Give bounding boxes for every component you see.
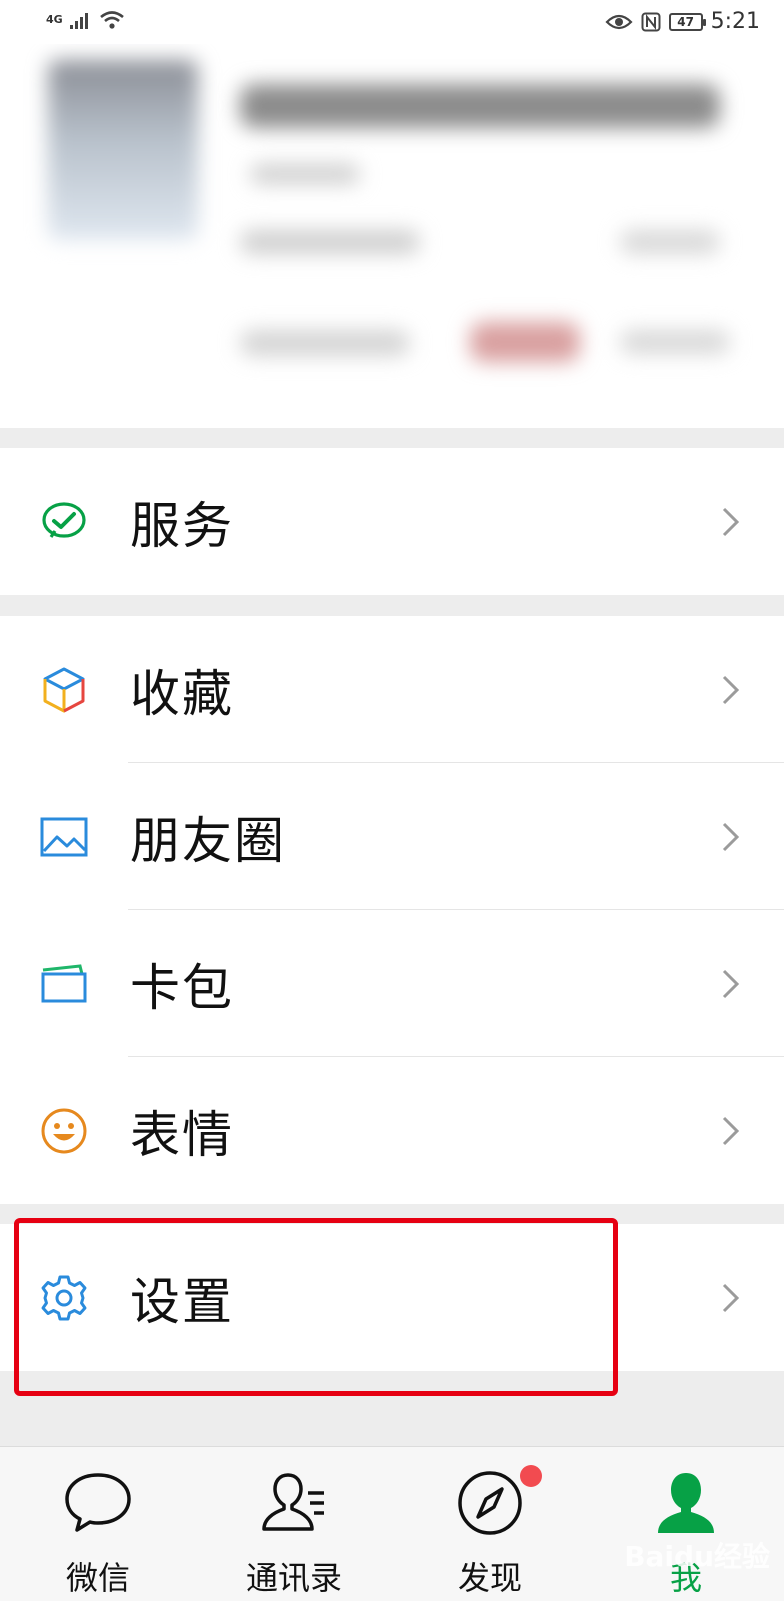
main-section: 收藏 朋友圈 卡包 表情 [0, 616, 784, 1204]
chat-bubble-icon [65, 1473, 131, 1532]
wifi-icon [99, 11, 124, 29]
battery-level: 47 [677, 15, 694, 29]
menu-label-service: 服务 [130, 496, 234, 555]
bottom-tab-bar: 微信 通讯录 发现 我 Baidu经验 [0, 1446, 784, 1601]
status-right: 47 5:21 [605, 10, 760, 34]
card-wallet-icon [40, 960, 88, 1008]
wechat-pay-icon [40, 498, 88, 546]
subtitle-blurred [250, 164, 360, 184]
menu-label-stickers: 表情 [130, 1105, 234, 1164]
qr-code-blurred [620, 230, 720, 254]
clock: 5:21 [710, 9, 760, 34]
smiley-icon [40, 1107, 88, 1155]
status-bar: 4G 47 5:21 [0, 0, 784, 44]
service-section: 服务 [0, 448, 784, 595]
extra-blurred [620, 330, 730, 354]
menu-label-moments: 朋友圈 [130, 811, 286, 870]
tab-contacts[interactable]: 通讯录 [196, 1447, 392, 1601]
tab-me[interactable]: 我 [588, 1447, 784, 1601]
status-left: 4G [46, 10, 125, 30]
eye-icon [605, 14, 633, 30]
battery-icon: 47 [668, 13, 706, 31]
menu-label-favorites: 收藏 [130, 664, 234, 723]
profile-header[interactable] [0, 44, 784, 428]
friend-status-blurred [470, 322, 580, 362]
menu-item-cards[interactable]: 卡包 [0, 910, 784, 1057]
nickname-blurred [240, 84, 720, 128]
menu-item-stickers[interactable]: 表情 [0, 1057, 784, 1204]
menu-label-settings: 设置 [130, 1272, 234, 1331]
cube-icon [40, 666, 88, 714]
tab-label-discover: 发现 [457, 1559, 522, 1597]
avatar[interactable] [48, 60, 198, 240]
compass-icon [458, 1471, 522, 1535]
status-blurred [240, 330, 410, 356]
chevron-right-icon [722, 1116, 740, 1145]
tab-chats[interactable]: 微信 [0, 1447, 196, 1601]
network-type: 4G [46, 13, 63, 26]
settings-section: 设置 [0, 1224, 784, 1371]
contacts-icon [262, 1473, 324, 1531]
wechat-id-blurred [240, 230, 420, 254]
chevron-right-icon [722, 822, 740, 851]
chevron-right-icon [722, 969, 740, 998]
menu-item-favorites[interactable]: 收藏 [0, 616, 784, 763]
signal-icon [69, 13, 88, 29]
menu-item-moments[interactable]: 朋友圈 [0, 763, 784, 910]
chevron-right-icon [722, 675, 740, 704]
picture-icon [40, 813, 88, 861]
gear-icon [40, 1274, 88, 1322]
menu-label-cards: 卡包 [130, 958, 234, 1017]
menu-item-service[interactable]: 服务 [0, 448, 784, 595]
chevron-right-icon [722, 507, 740, 536]
notification-badge [520, 1465, 542, 1487]
person-icon [658, 1473, 714, 1533]
menu-item-settings[interactable]: 设置 [0, 1224, 784, 1371]
nfc-icon [641, 12, 661, 32]
watermark: Baidu经验 [624, 1540, 770, 1573]
tab-label-contacts: 通讯录 [245, 1559, 342, 1597]
chevron-right-icon [722, 1283, 740, 1312]
tab-discover[interactable]: 发现 [392, 1447, 588, 1601]
tab-label-chats: 微信 [65, 1559, 130, 1597]
